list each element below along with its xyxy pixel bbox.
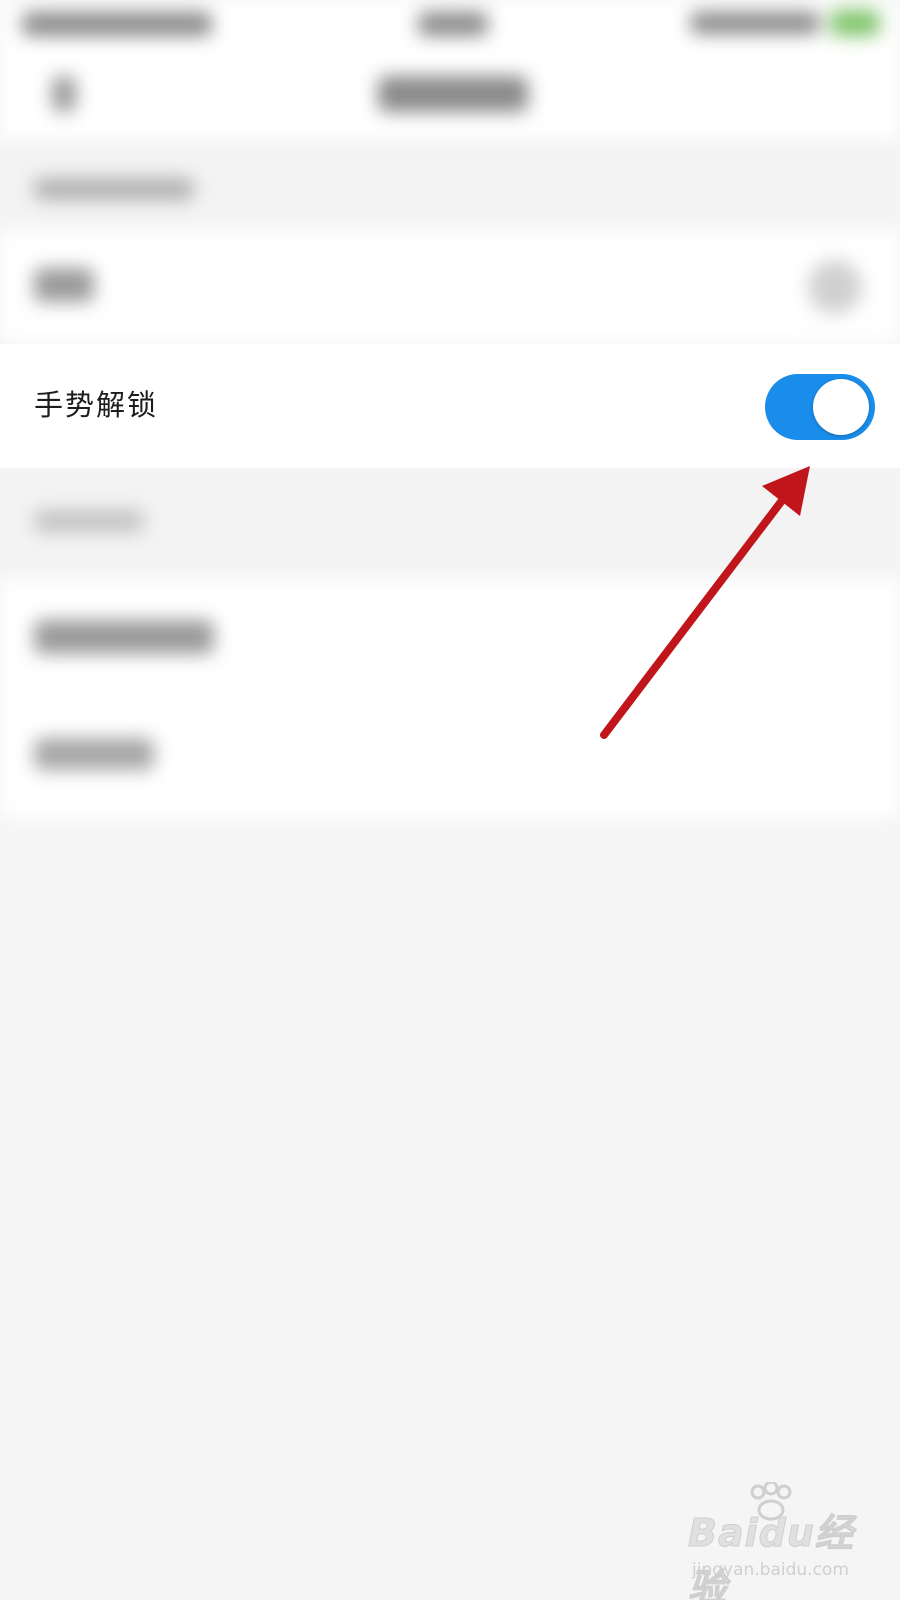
watermark-brand: Baidu经验 — [688, 1511, 854, 1600]
nav-bar — [0, 48, 900, 140]
watermark-url: jingyan.baidu.com — [692, 1560, 849, 1580]
settings-screen: 手势解锁 Baidu经验 jingyan.baidu.com — [0, 0, 900, 1600]
gesture-unlock-label: 手势解锁 — [34, 388, 159, 422]
toggle-knob — [813, 379, 869, 435]
baidu-watermark: Baidu经验 jingyan.baidu.com — [688, 1482, 878, 1600]
gesture-unlock-row: 手势解锁 — [0, 344, 900, 468]
gesture-unlock-toggle[interactable] — [765, 374, 875, 440]
status-bar — [0, 0, 900, 48]
